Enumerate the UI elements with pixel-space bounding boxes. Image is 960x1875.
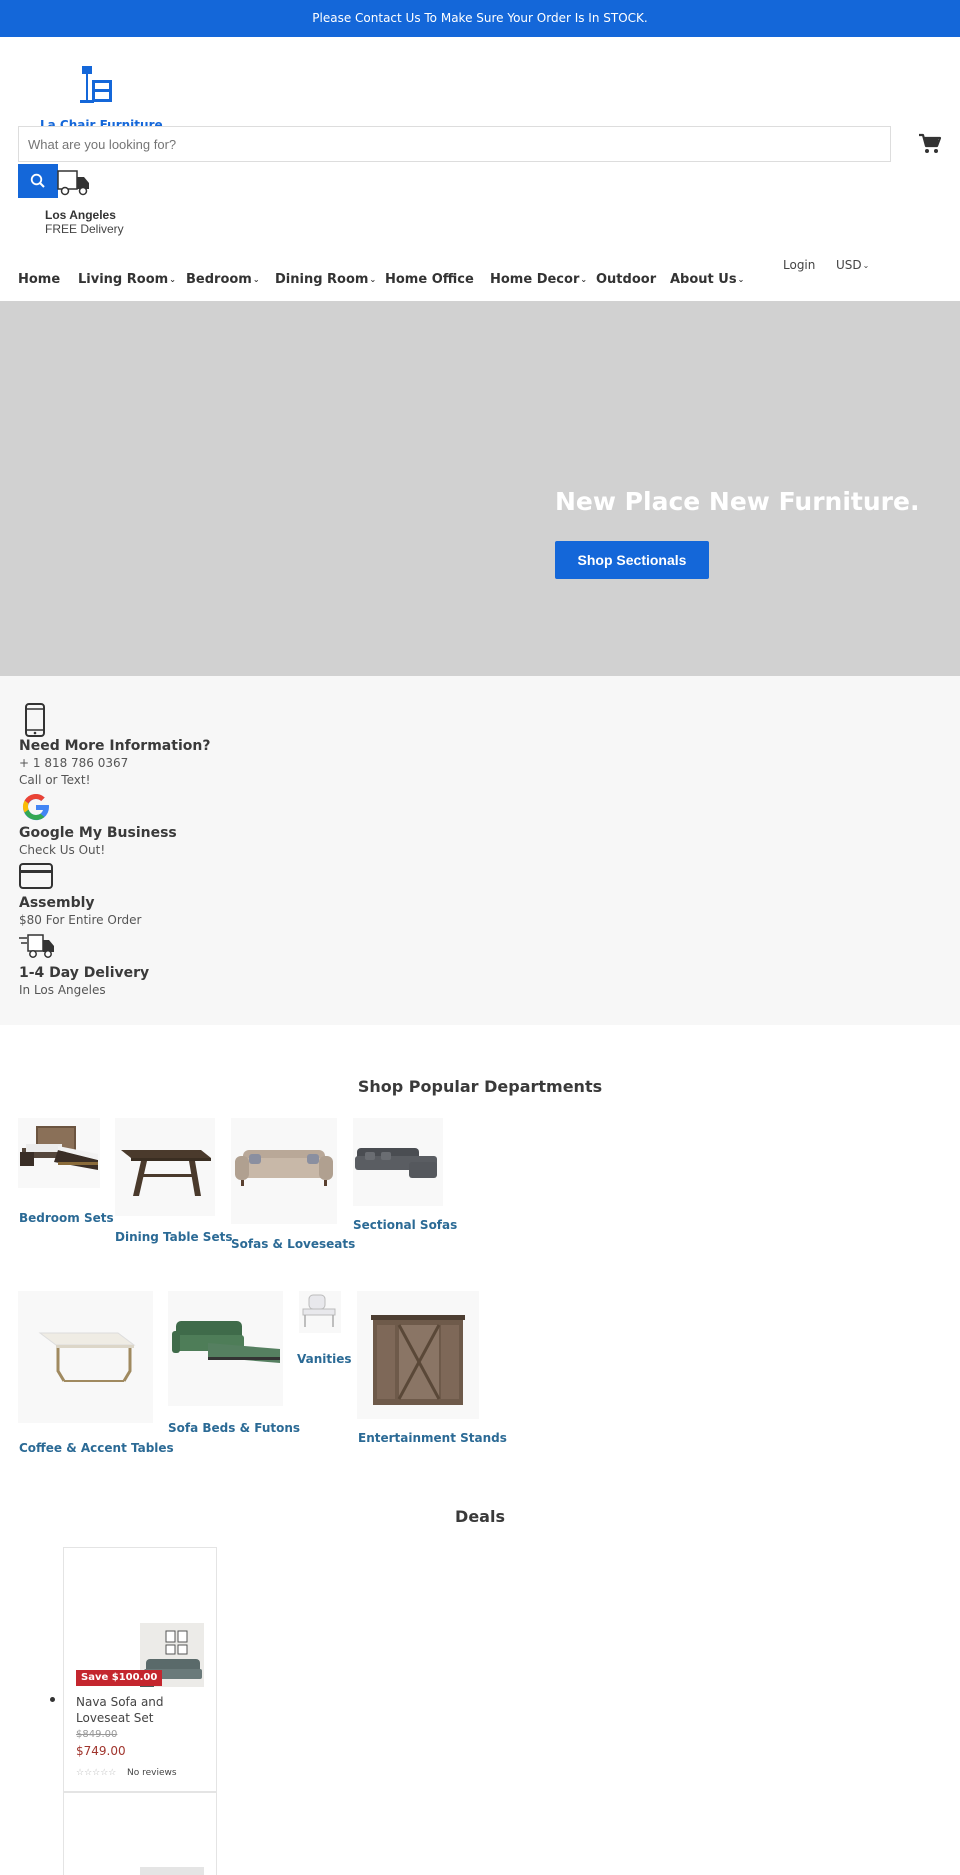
search-icon [30, 173, 45, 188]
nav-label: Home [18, 272, 61, 287]
hero-title: New Place New Furniture. [555, 487, 920, 516]
chevron-down-icon: ⌄ [580, 275, 588, 284]
product-image[interactable] [140, 1867, 204, 1875]
review-count: No reviews [127, 1768, 177, 1778]
nav-label: Dining Room [275, 272, 369, 287]
bed-icon [20, 1126, 98, 1170]
nav-home[interactable]: Home [18, 272, 60, 287]
dining-table-icon [121, 1150, 211, 1196]
delivery-truck-icon [19, 934, 54, 958]
nav-living-room[interactable]: Living Room⌄ [78, 272, 176, 287]
nav-about-us[interactable]: About Us⌄ [670, 272, 744, 287]
dining-table-image[interactable] [115, 1118, 215, 1216]
entertainment-stands-image[interactable] [357, 1291, 479, 1419]
nav-outdoor[interactable]: Outdoor [596, 272, 656, 287]
announcement-bar: Please Contact Us To Make Sure Your Orde… [0, 0, 960, 37]
sectional-sofas-image[interactable] [353, 1118, 443, 1206]
credit-card-icon [19, 863, 53, 889]
dept-label-vanities[interactable]: Vanities [297, 1352, 352, 1366]
chevron-down-icon: ⌄ [169, 275, 176, 284]
list-bullet [50, 1697, 55, 1702]
departments-title: Shop Popular Departments [357, 1077, 603, 1096]
dept-label-sofas-loveseats[interactable]: Sofas & Loveseats [231, 1237, 355, 1251]
location-city: Los Angeles [45, 208, 116, 222]
tv-stand-icon [371, 1315, 465, 1405]
sofa-icon [235, 1150, 333, 1186]
dept-label-dining-table-sets[interactable]: Dining Table Sets [115, 1230, 232, 1244]
chevron-down-icon: ⌄ [737, 275, 745, 284]
save-badge: Save $100.00 [76, 1670, 163, 1686]
bedroom-sets-image[interactable] [18, 1118, 100, 1188]
nav-bedroom[interactable]: Bedroom⌄ [186, 272, 260, 287]
phone-number[interactable]: + 1 818 786 0367 [19, 756, 128, 770]
info-text: $80 For Entire Order [19, 913, 142, 927]
nav-label: Home Office [385, 272, 474, 287]
sofa-bed-image[interactable] [168, 1291, 283, 1406]
nav-home-decor[interactable]: Home Decor⌄ [490, 272, 587, 287]
coffee-table-image[interactable] [18, 1291, 153, 1423]
product-title[interactable]: Nava Sofa and Loveseat Set [76, 1694, 196, 1726]
info-title: 1-4 Day Delivery [19, 965, 150, 981]
vanities-image[interactable] [299, 1291, 341, 1333]
location-delivery: FREE Delivery [45, 222, 124, 236]
dept-label-sofa-beds-futons[interactable]: Sofa Beds & Futons [168, 1421, 300, 1435]
login-link[interactable]: Login [783, 258, 815, 272]
chevron-down-icon: ⌄ [369, 275, 377, 284]
sofa-bed-icon [172, 1321, 280, 1363]
logo-text: La Chair Furniture [40, 118, 163, 126]
info-text: In Los Angeles [19, 983, 106, 997]
info-text: Call or Text! [19, 773, 91, 787]
dept-label-entertainment-stands[interactable]: Entertainment Stands [358, 1431, 507, 1445]
google-icon [23, 793, 50, 821]
nav-label: Living Room [78, 272, 169, 287]
currency-selector[interactable]: USD⌄ [836, 258, 869, 272]
search-input[interactable] [18, 126, 891, 162]
chevron-down-icon: ⌄ [252, 275, 260, 284]
deals-title: Deals [455, 1507, 505, 1526]
vanity-icon [302, 1294, 336, 1327]
currency-label: USD [836, 258, 862, 272]
nav-label: Outdoor [596, 272, 657, 287]
sale-price: $749.00 [76, 1744, 126, 1758]
shop-sectionals-button[interactable]: Shop Sectionals [555, 541, 709, 579]
dept-label-coffee-accent-tables[interactable]: Coffee & Accent Tables [19, 1441, 174, 1455]
nav-label: Home Decor [490, 272, 580, 287]
nav-home-office[interactable]: Home Office [385, 272, 474, 287]
info-title: Assembly [19, 895, 95, 911]
search-button[interactable] [18, 164, 58, 198]
nav-label: Bedroom [186, 272, 252, 287]
sofas-image[interactable] [231, 1118, 337, 1224]
sectional-sofa-icon [355, 1148, 437, 1178]
product-card[interactable] [63, 1792, 217, 1875]
info-text[interactable]: Check Us Out! [19, 843, 105, 857]
dept-label-bedroom-sets[interactable]: Bedroom Sets [19, 1211, 114, 1225]
logo-icon[interactable] [70, 66, 130, 110]
rating-stars-icon: ☆☆☆☆☆ [76, 1768, 117, 1778]
dept-label-sectional-sofas[interactable]: Sectional Sofas [353, 1218, 457, 1232]
info-title: Need More Information? [19, 738, 211, 754]
phone-icon [25, 703, 45, 737]
coffee-table-icon [38, 1332, 136, 1382]
compare-price: $849.00 [76, 1729, 118, 1740]
delivery-truck-icon [57, 170, 89, 196]
info-title: Google My Business [19, 825, 177, 841]
nav-label: About Us [670, 272, 737, 287]
cart-icon[interactable] [918, 132, 942, 156]
chevron-down-icon: ⌄ [862, 261, 870, 270]
nav-dining-room[interactable]: Dining Room⌄ [275, 272, 376, 287]
